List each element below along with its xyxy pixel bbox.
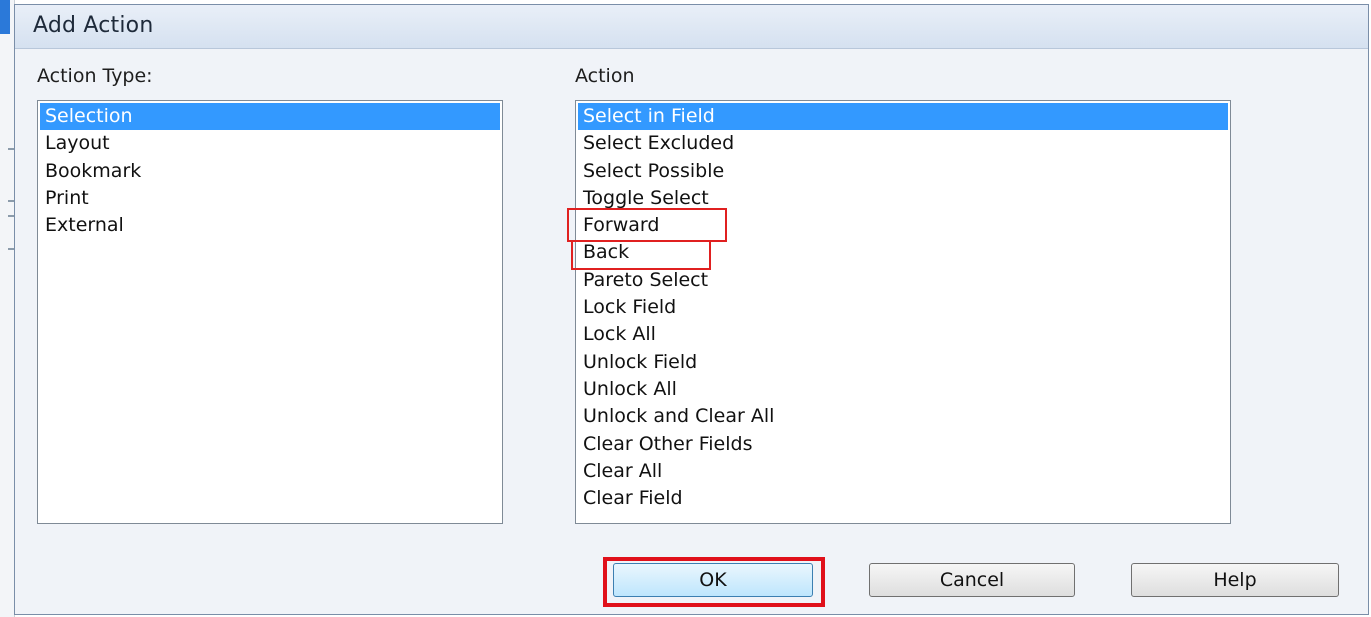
action-type-list-item[interactable]: External xyxy=(40,212,500,239)
ok-button[interactable]: OK xyxy=(613,563,813,597)
action-list-item[interactable]: Select in Field xyxy=(578,103,1228,131)
action-listbox[interactable]: Select in Field Select Excluded Select Pos… xyxy=(575,100,1231,524)
action-list-item[interactable]: Unlock All xyxy=(578,376,1228,403)
screenshot-root: Add Action Action Type: Action Selection… xyxy=(0,0,1371,617)
action-list-item[interactable]: Back xyxy=(578,239,1228,266)
action-type-list-item[interactable]: Layout xyxy=(40,130,500,157)
background-window-edge xyxy=(0,0,16,617)
action-type-list-item[interactable]: Print xyxy=(40,185,500,212)
background-window-accent xyxy=(0,0,10,34)
action-label: Action xyxy=(575,65,635,87)
action-list-item[interactable]: Select Excluded xyxy=(578,130,1228,157)
action-list-item[interactable]: Lock Field xyxy=(578,294,1228,321)
action-list-item[interactable]: Forward xyxy=(578,212,1228,239)
action-list-item[interactable]: Select Possible xyxy=(578,158,1228,185)
action-list-item[interactable]: Pareto Select xyxy=(578,267,1228,294)
action-type-list-item[interactable]: Bookmark xyxy=(40,158,500,185)
action-type-list-item[interactable]: Selection xyxy=(40,103,500,131)
action-list-item[interactable]: Toggle Select xyxy=(578,185,1228,212)
action-list-item[interactable]: Unlock Field xyxy=(578,349,1228,376)
action-list-item[interactable]: Lock All xyxy=(578,321,1228,348)
action-list-item[interactable]: Unlock and Clear All xyxy=(578,403,1228,430)
action-list-item[interactable]: Clear Field xyxy=(578,485,1228,512)
help-button[interactable]: Help xyxy=(1131,563,1339,597)
action-list-item[interactable]: Clear Other Fields xyxy=(578,431,1228,458)
dialog-title: Add Action xyxy=(33,13,154,38)
action-type-label: Action Type: xyxy=(37,65,153,87)
dialog-title-bar[interactable]: Add Action xyxy=(15,5,1368,49)
cancel-button[interactable]: Cancel xyxy=(869,563,1075,597)
add-action-dialog: Add Action Action Type: Action Selection… xyxy=(14,4,1369,615)
action-type-listbox[interactable]: Selection Layout Bookmark Print External xyxy=(37,100,503,524)
action-list-item[interactable]: Clear All xyxy=(578,458,1228,485)
